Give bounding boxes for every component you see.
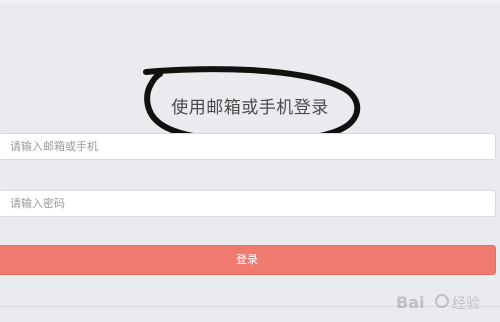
login-button[interactable]: 登录 <box>0 245 496 275</box>
svg-text:经验: 经验 <box>452 296 480 312</box>
baidu-jingyan-watermark: Bai 经验 <box>396 293 480 312</box>
page-title: 使用邮箱或手机登录 <box>171 98 329 118</box>
top-strip <box>0 0 500 4</box>
svg-text:Bai: Bai <box>396 293 424 312</box>
login-page: 使用邮箱或手机登录 登录 Bai 经验 <box>0 0 500 322</box>
email-or-phone-input[interactable] <box>0 133 496 160</box>
password-input[interactable] <box>0 190 496 217</box>
